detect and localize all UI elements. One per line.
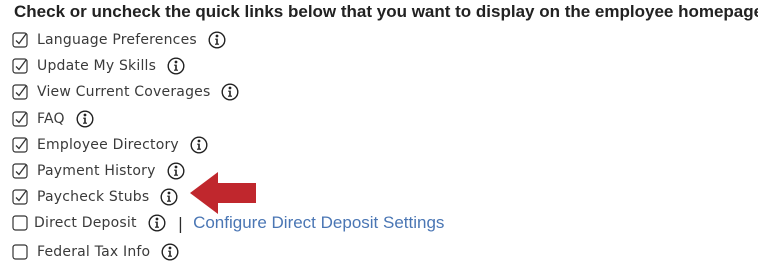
checkbox-checked-icon[interactable]	[12, 84, 28, 100]
quick-link-label: FAQ	[37, 111, 65, 127]
checkbox-checked-icon[interactable]	[12, 32, 28, 48]
red-arrow-icon	[188, 170, 258, 220]
quick-link-label: Employee Directory	[37, 137, 179, 153]
info-icon[interactable]	[208, 31, 226, 49]
quick-link-row-faq: FAQ	[12, 108, 94, 130]
quick-link-label: Paycheck Stubs	[37, 189, 150, 205]
quick-link-row-payment-history: Payment History	[12, 160, 185, 182]
quick-link-row-view-current-coverages: View Current Coverages	[12, 81, 239, 103]
info-icon[interactable]	[160, 188, 178, 206]
quick-link-row-federal-tax-info: Federal Tax Info	[12, 241, 179, 263]
checkbox-checked-icon[interactable]	[12, 189, 28, 205]
quick-link-row-language-preferences: Language Preferences	[12, 29, 226, 51]
info-icon[interactable]	[76, 110, 94, 128]
quick-link-label: Language Preferences	[37, 32, 197, 48]
quick-link-row-update-my-skills: Update My Skills	[12, 55, 185, 77]
info-icon[interactable]	[167, 162, 185, 180]
checkbox-checked-icon[interactable]	[12, 163, 28, 179]
quick-link-label: Payment History	[37, 163, 156, 179]
info-icon[interactable]	[190, 136, 208, 154]
info-icon[interactable]	[161, 243, 179, 261]
quick-link-row-paycheck-stubs: Paycheck Stubs	[12, 186, 178, 208]
instructions-heading: Check or uncheck the quick links below t…	[14, 2, 758, 21]
checkbox-checked-icon[interactable]	[12, 111, 28, 127]
link-separator: |	[177, 213, 184, 233]
quick-links-settings: Check or uncheck the quick links below t…	[0, 0, 758, 267]
info-icon[interactable]	[148, 214, 166, 232]
checkbox-checked-icon[interactable]	[12, 58, 28, 74]
quick-link-label: Update My Skills	[37, 58, 157, 74]
checkbox-checked-icon[interactable]	[12, 137, 28, 153]
quick-link-label: Federal Tax Info	[37, 244, 151, 260]
info-icon[interactable]	[167, 57, 185, 75]
info-icon[interactable]	[221, 83, 239, 101]
quick-link-label: View Current Coverages	[37, 84, 211, 100]
quick-link-label: Direct Deposit	[34, 215, 137, 231]
checkbox-unchecked-icon[interactable]	[12, 244, 28, 260]
checkbox-unchecked-icon[interactable]	[12, 215, 28, 231]
quick-link-row-employee-directory: Employee Directory	[12, 134, 208, 156]
